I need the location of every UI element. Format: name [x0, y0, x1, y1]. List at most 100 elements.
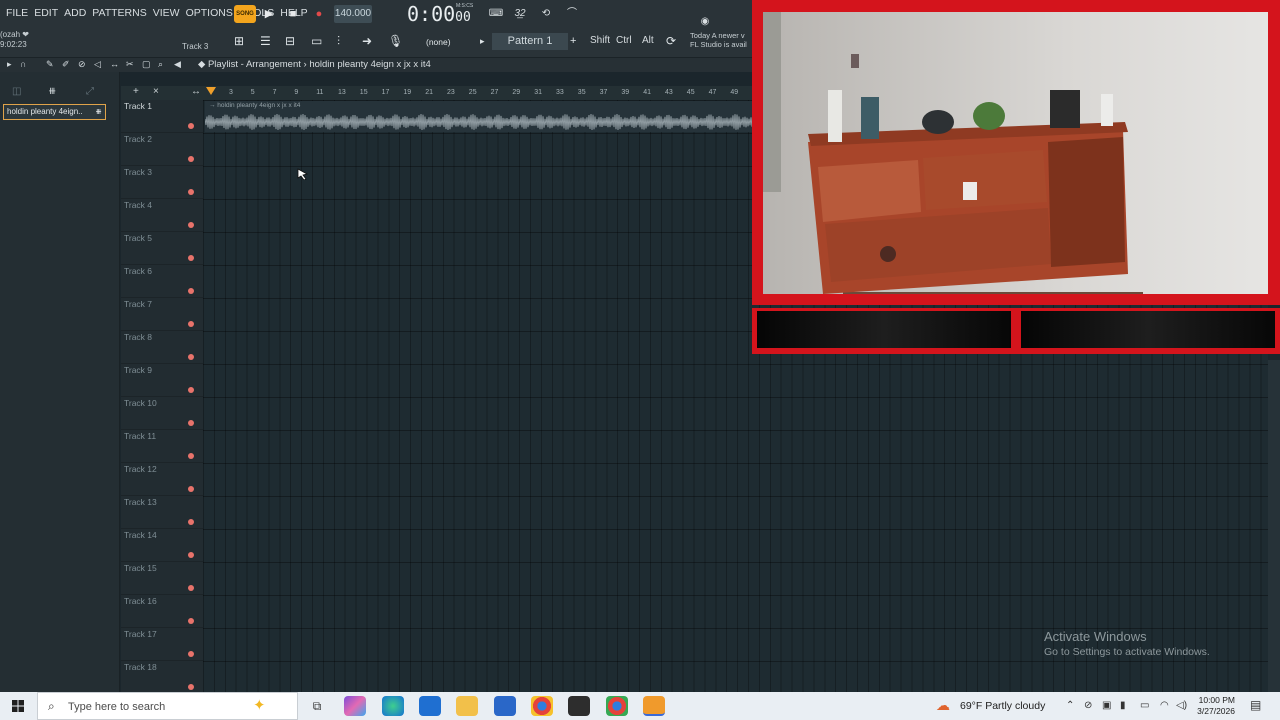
- edge-icon[interactable]: [382, 696, 404, 716]
- record-icon[interactable]: ●: [310, 6, 328, 22]
- tempo-display[interactable]: 140.000: [334, 5, 372, 23]
- track-mute-led[interactable]: [188, 354, 194, 360]
- track-header[interactable]: Track 7: [121, 298, 203, 331]
- menu-view[interactable]: VIEW: [153, 7, 180, 19]
- channel-rack-button[interactable]: ☰: [260, 34, 271, 52]
- menu-add[interactable]: ADD: [64, 7, 86, 19]
- track-header[interactable]: Track 15: [121, 562, 203, 595]
- track-header[interactable]: Track 10: [121, 397, 203, 430]
- select-icon[interactable]: ▢: [142, 59, 151, 70]
- pencil-icon[interactable]: ✎: [46, 59, 54, 70]
- track-mute-led[interactable]: [188, 123, 194, 129]
- wait-icon[interactable]: ⟲: [536, 6, 556, 22]
- track-mute-led[interactable]: [188, 453, 194, 459]
- plugin-button[interactable]: ➜: [362, 34, 372, 52]
- ctrl-key[interactable]: Ctrl: [616, 35, 632, 46]
- track-header[interactable]: Track 2: [121, 133, 203, 166]
- play-icon[interactable]: ▶: [260, 6, 278, 22]
- track-header[interactable]: Track 18: [121, 661, 203, 694]
- arrow-right-icon[interactable]: ▸: [480, 36, 485, 54]
- track-mute-led[interactable]: [188, 519, 194, 525]
- slice-icon[interactable]: ✂: [126, 59, 134, 70]
- picker-automation-icon[interactable]: ⤢: [86, 86, 94, 97]
- track-mute-led[interactable]: [188, 486, 194, 492]
- song-mode-button[interactable]: SONG: [234, 5, 256, 23]
- track-mute-led[interactable]: [188, 288, 194, 294]
- picker-audio-icon[interactable]: ⧻: [48, 86, 56, 97]
- track-header[interactable]: Track 4: [121, 199, 203, 232]
- add-track-icon[interactable]: +: [133, 86, 139, 97]
- track-mute-led[interactable]: [188, 156, 194, 162]
- zoom-icon[interactable]: ⌕: [158, 59, 163, 70]
- tray-volume-icon[interactable]: ◁): [1176, 700, 1187, 711]
- track-mute-led[interactable]: [188, 387, 194, 393]
- piano-roll-button[interactable]: ⊟: [285, 34, 295, 52]
- audio-clip[interactable]: → holdin pleanty 4eign x jx x it4: [205, 101, 760, 132]
- paint-icon[interactable]: ✐: [62, 59, 70, 70]
- track-header[interactable]: Track 9: [121, 364, 203, 397]
- track-header[interactable]: Track 11: [121, 430, 203, 463]
- track-header[interactable]: Track 14: [121, 529, 203, 562]
- slip-icon[interactable]: ↔: [110, 59, 119, 69]
- tray-wifi-icon[interactable]: ◠: [1160, 700, 1169, 711]
- outlook-icon[interactable]: [494, 696, 516, 716]
- magnet-icon[interactable]: ∩: [20, 59, 26, 69]
- track-header[interactable]: Track 1: [121, 100, 203, 133]
- track-header[interactable]: Track 17: [121, 628, 203, 661]
- menu-patterns[interactable]: PATTERNS: [92, 7, 146, 19]
- mixer-button[interactable]: ⫶: [337, 34, 340, 52]
- track-mute-led[interactable]: [188, 420, 194, 426]
- stop-icon[interactable]: ■: [284, 6, 302, 22]
- eye-icon[interactable]: ◉: [695, 14, 715, 30]
- resize-icon[interactable]: ↔: [191, 86, 201, 97]
- track-mute-led[interactable]: [188, 189, 194, 195]
- track-header[interactable]: Track 3: [121, 166, 203, 199]
- tray-mic-icon[interactable]: ▮: [1120, 700, 1126, 711]
- alt-key[interactable]: Alt: [642, 35, 654, 46]
- news-icon[interactable]: ⟳: [666, 34, 676, 52]
- track-mute-led[interactable]: [188, 552, 194, 558]
- track-mute-led[interactable]: [188, 222, 194, 228]
- close-track-icon[interactable]: ×: [153, 86, 159, 97]
- store-icon[interactable]: [419, 696, 441, 716]
- track-mute-led[interactable]: [188, 684, 194, 690]
- notification-icon[interactable]: ▤: [1250, 698, 1261, 712]
- taskbar-clock[interactable]: 10:00 PM 3/27/2026: [1187, 695, 1235, 717]
- mute-icon[interactable]: ◁: [94, 59, 101, 70]
- step-icon[interactable]: 3̲2: [510, 6, 530, 22]
- add-pattern-icon[interactable]: +: [570, 35, 576, 53]
- playlist-scrollbar[interactable]: [1268, 360, 1280, 692]
- picker-item[interactable]: holdin pleanty 4eign.. ⧻: [3, 104, 106, 120]
- timeline-ruler[interactable]: 3 5 7 9 11 13 15 17 19 21 23 25 27 29 31 33 35 37 39 41 43 45…: [203, 86, 760, 100]
- shift-key[interactable]: Shift: [590, 35, 610, 46]
- news-panel[interactable]: Today A newer v FL Studio is avail: [690, 31, 747, 49]
- playhead-marker[interactable]: [206, 87, 216, 95]
- menu-edit[interactable]: EDIT: [34, 7, 58, 19]
- file-explorer-icon[interactable]: [456, 696, 478, 716]
- track-mute-led[interactable]: [188, 651, 194, 657]
- chrome-icon[interactable]: [531, 696, 553, 716]
- windows-start-icon[interactable]: [0, 692, 36, 720]
- tray-network-icon[interactable]: ▭: [1140, 700, 1149, 711]
- delete-icon[interactable]: ⊘: [78, 59, 86, 70]
- track-header[interactable]: Track 5: [121, 232, 203, 265]
- playlist-menu-icon[interactable]: ▸: [7, 59, 12, 70]
- playback-icon[interactable]: ◀: [174, 59, 181, 70]
- obs-icon[interactable]: [568, 696, 590, 716]
- taskbar-search-box[interactable]: ⌕ Type here to search ✦: [37, 692, 298, 720]
- keyboard-icon[interactable]: ⌨: [486, 6, 506, 22]
- metronome-icon[interactable]: ⌒: [562, 6, 582, 22]
- fl-studio-icon[interactable]: [643, 696, 665, 716]
- task-view-icon[interactable]: ⧉: [306, 696, 328, 716]
- taskbar-weather[interactable]: 69°F Partly cloudy: [960, 700, 1045, 712]
- track-mute-led[interactable]: [188, 618, 194, 624]
- track-header[interactable]: Track 12: [121, 463, 203, 496]
- track-header[interactable]: Track 16: [121, 595, 203, 628]
- track-header[interactable]: Track 6: [121, 265, 203, 298]
- menu-options[interactable]: OPTIONS: [186, 7, 233, 19]
- pattern-selector[interactable]: (none): [426, 37, 451, 55]
- tray-chevron-icon[interactable]: ⌃: [1066, 700, 1074, 711]
- track-header[interactable]: Track 13: [121, 496, 203, 529]
- track-mute-led[interactable]: [188, 255, 194, 261]
- playlist-button[interactable]: ⊞: [234, 34, 244, 52]
